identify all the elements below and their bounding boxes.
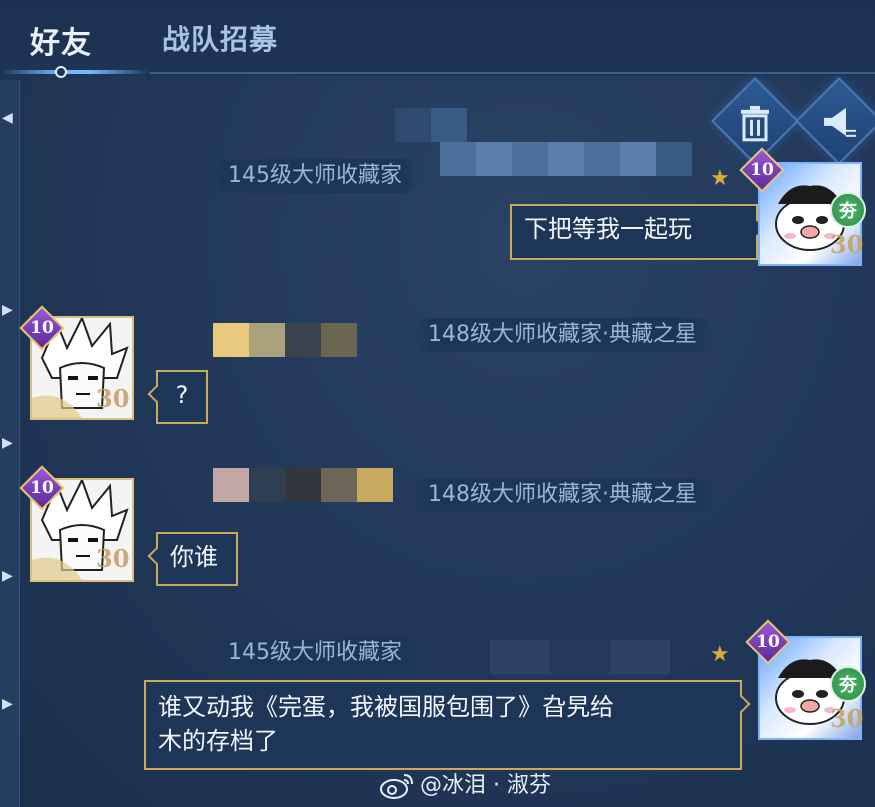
header-divider <box>150 72 875 74</box>
chevron-right-icon[interactable]: ▶ <box>2 302 14 318</box>
sender-title: 148级大师收藏家·典藏之星 <box>410 318 715 352</box>
avatar-rank-number: 30 <box>830 704 864 733</box>
trash-icon <box>741 105 769 142</box>
sender-title: 145级大师收藏家 <box>210 636 420 670</box>
level-badge: 10 <box>19 465 65 511</box>
censored-name-mosaic <box>213 468 393 502</box>
avatar-tag: 夯 <box>830 666 866 702</box>
censored-name-mosaic <box>395 108 467 142</box>
avatar-tag: 夯 <box>830 192 866 228</box>
message-text-line: 谁又动我《完蛋，我被国服包围了》旮旯给 <box>158 693 614 721</box>
chat-screen: 好友 战队招募 ◀ ▶ ▶ ▶ ▶ 145级大师收藏家 下把等我一起玩 10 ★… <box>0 0 875 807</box>
rank-star-icon: ★ <box>710 642 730 667</box>
censored-name-mosaic <box>490 640 670 674</box>
tab-team-recruit[interactable]: 战队招募 <box>162 18 278 58</box>
broadcast-settings-button[interactable] <box>795 77 875 165</box>
avatar-rank-number: 30 <box>830 230 864 259</box>
avatar-rank-number: 30 <box>96 544 130 573</box>
level-badge: 10 <box>739 147 785 193</box>
level-badge: 10 <box>19 305 65 351</box>
watermark: @冰泪 · 淑芬 <box>380 770 551 802</box>
watermark-text: @冰泪 · 淑芬 <box>420 773 551 798</box>
message-text: 下把等我一起玩 <box>524 215 692 243</box>
message-bubble: 谁又动我《完蛋，我被国服包围了》旮旯给 木的存档了 <box>144 680 742 770</box>
tab-bar: 好友 战队招募 <box>0 0 875 78</box>
tab-friends[interactable]: 好友 <box>30 18 92 61</box>
active-tab-indicator <box>0 70 150 74</box>
chat-panel: 145级大师收藏家 下把等我一起玩 10 ★ 夯 30 10 30 148级大师… <box>19 77 875 807</box>
chevron-right-icon[interactable]: ▶ <box>2 568 14 584</box>
broadcast-switch-icon <box>824 107 856 137</box>
left-rail: ◀ ▶ ▶ ▶ ▶ <box>0 80 20 807</box>
chevron-left-icon[interactable]: ◀ <box>2 110 14 126</box>
message-bubble: 你谁 <box>156 532 238 586</box>
censored-name-mosaic <box>213 323 357 357</box>
message-text: ? <box>175 381 189 409</box>
active-tab-dot <box>55 66 67 78</box>
weibo-icon <box>380 774 413 799</box>
sender-title: 148级大师收藏家·典藏之星 <box>410 478 715 512</box>
message-text-line: 木的存档了 <box>158 727 278 755</box>
message-bubble: 下把等我一起玩 <box>510 204 758 260</box>
rank-star-icon: ★ <box>710 166 730 191</box>
censored-name-mosaic <box>440 142 692 176</box>
message-text: 你谁 <box>170 543 218 571</box>
chevron-right-icon[interactable]: ▶ <box>2 696 14 712</box>
sender-title: 145级大师收藏家 <box>210 159 420 193</box>
avatar-rank-number: 30 <box>96 384 130 413</box>
message-bubble: ? <box>156 370 208 424</box>
chevron-right-icon[interactable]: ▶ <box>2 435 14 451</box>
level-badge: 10 <box>745 619 791 665</box>
